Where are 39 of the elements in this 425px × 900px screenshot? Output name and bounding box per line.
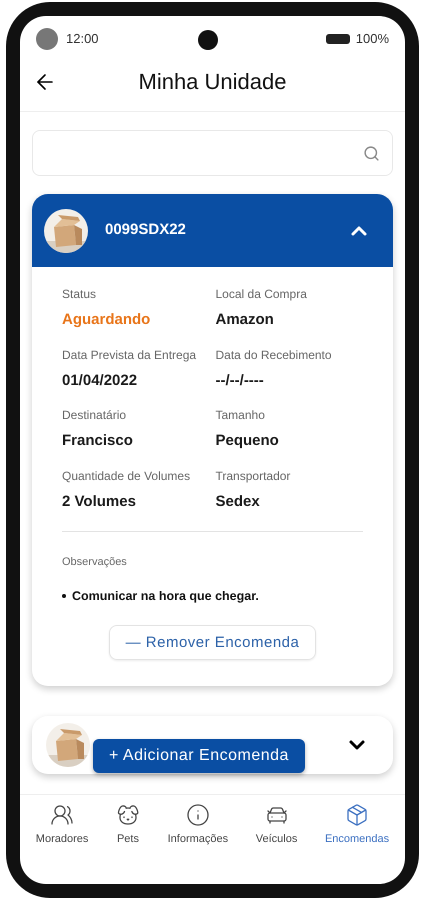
- field-value: --/--/----: [216, 370, 265, 390]
- search-icon: [363, 144, 380, 162]
- field-label: Destinatário: [62, 407, 128, 424]
- field-label: Transportador: [216, 468, 292, 484]
- field-label: Quantidade de Volumes: [62, 468, 192, 484]
- notes-label: Observações: [62, 555, 128, 570]
- field-value: 2 Volumes: [62, 492, 137, 512]
- nav-tab[interactable]: Veículos: [256, 803, 298, 848]
- page-title: Minha Unidade: [138, 68, 286, 96]
- field-label: Local da Compra: [216, 286, 308, 303]
- order-header[interactable]: 0099SDX22: [32, 194, 393, 267]
- people-icon: [50, 803, 74, 827]
- field-value: Aguardando: [62, 310, 152, 330]
- battery-level: 100%: [356, 30, 389, 48]
- field-value: Pequeno: [216, 431, 280, 451]
- nav-tab[interactable]: Informações: [168, 803, 228, 848]
- camera-icon: [198, 30, 218, 50]
- field-label: Status: [62, 286, 98, 303]
- dog-icon: [116, 803, 140, 827]
- battery-icon: [326, 34, 350, 44]
- field-label: Data do Recebimento: [216, 346, 333, 364]
- field-label: Data Prevista da Entrega: [62, 346, 198, 364]
- field-value: Amazon: [216, 310, 275, 330]
- status-time: 12:00: [66, 30, 99, 48]
- field-value: 01/04/2022: [62, 370, 138, 390]
- nav-tab[interactable]: Moradores: [36, 803, 88, 848]
- bullet-icon: [62, 594, 66, 598]
- box-icon: [345, 803, 370, 827]
- field-value: Sedex: [216, 492, 261, 512]
- info-icon: [186, 803, 210, 827]
- remove-order-button[interactable]: — Remover Encomenda: [108, 625, 316, 660]
- note-text: Comunicar na hora que chegar.: [72, 588, 259, 605]
- field-value: Francisco: [62, 431, 134, 451]
- search-field[interactable]: [32, 130, 393, 176]
- nav-tab[interactable]: Encomendas: [324, 803, 390, 848]
- nav-tab[interactable]: Pets: [116, 803, 140, 848]
- order-code: 0099SDX22: [105, 220, 187, 240]
- add-order-button[interactable]: + Adicionar Encomenda: [93, 739, 305, 773]
- field-label: Tamanho: [216, 407, 266, 424]
